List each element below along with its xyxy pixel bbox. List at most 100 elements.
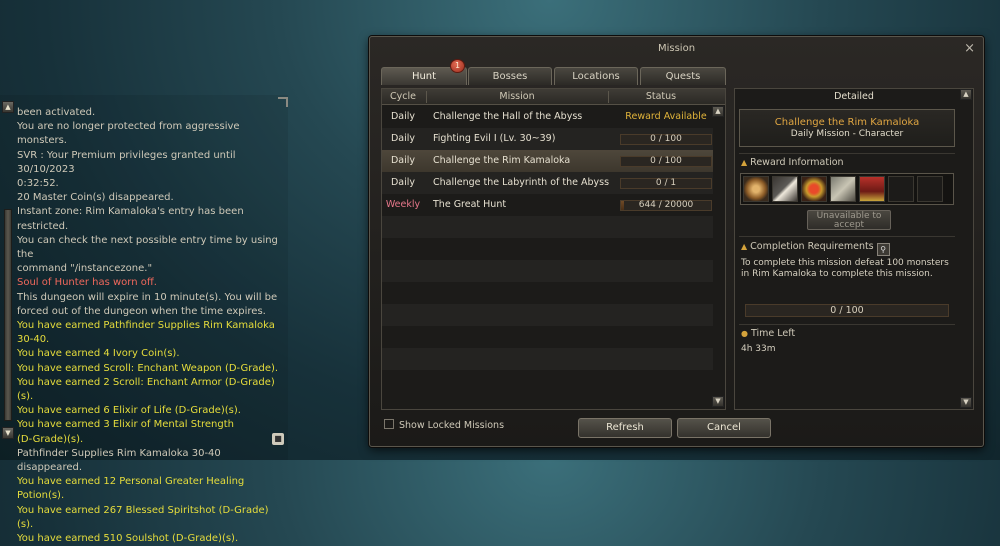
cancel-button[interactable]: Cancel bbox=[677, 418, 771, 438]
chat-line: 0:32:52. bbox=[17, 178, 59, 190]
chat-line: You have earned 4 Ivory Coin(s). bbox=[17, 348, 180, 360]
chat-line: This dungeon will expire in 10 minute(s)… bbox=[17, 291, 278, 303]
reward-available-status: Reward Available bbox=[625, 111, 707, 122]
chat-line: Pathfinder Supplies Rim Kamaloka 30-40 d… bbox=[17, 447, 224, 474]
chat-line: You can check the next possible entry ti… bbox=[17, 234, 282, 261]
chat-line: 20 Master Coin(s) disappeared. bbox=[17, 192, 174, 204]
chat-line: forced out of the dungeon when the time … bbox=[17, 305, 266, 317]
mission-progress-bar: 0 / 100 bbox=[620, 134, 712, 145]
selected-mission-card: Challenge the Rim Kamaloka Daily Mission… bbox=[739, 109, 955, 147]
supply-box-icon[interactable] bbox=[830, 176, 856, 202]
window-title: Mission bbox=[657, 43, 696, 54]
mission-row[interactable]: Daily Fighting Evil I (Lv. 30~39) 0 / 100 bbox=[382, 128, 713, 150]
tab-bosses[interactable]: Bosses bbox=[468, 67, 552, 85]
requirement-bullet-icon: ▲ bbox=[741, 242, 748, 251]
chest-icon[interactable] bbox=[859, 176, 885, 202]
mission-progress-bar: 0 / 1 bbox=[620, 178, 712, 189]
chat-log: been activated. You are no longer protect… bbox=[17, 106, 279, 546]
mission-list-scrollbar[interactable]: ▲ ▼ bbox=[712, 106, 724, 409]
mission-row[interactable]: Daily Challenge the Hall of the Abyss Rewa… bbox=[382, 106, 713, 128]
empty-row bbox=[382, 370, 713, 392]
mission-list-header: Cycle Mission Status bbox=[382, 89, 725, 105]
chat-line: been activated. bbox=[17, 107, 96, 118]
empty-row bbox=[382, 260, 713, 282]
mission-row[interactable]: Weekly The Great Hunt 644 / 20000 bbox=[382, 194, 713, 216]
chat-line: Soul of Hunter has worn off. bbox=[17, 277, 157, 289]
chat-line: You have earned 6 Elixir of Life (D-Grad… bbox=[17, 405, 241, 417]
time-left-label: ● Time Left bbox=[741, 328, 796, 339]
chat-line: Instant zone: Rim Kamaloka's entry has b… bbox=[17, 206, 247, 232]
mission-cycle: Weekly bbox=[385, 199, 421, 210]
mission-progress-bar: 0 / 100 bbox=[745, 304, 949, 317]
mission-rows: Daily Challenge the Hall of the Abyss Rewa… bbox=[382, 106, 713, 392]
mission-name: Challenge the Labyrinth of the Abyss bbox=[433, 177, 610, 188]
show-locked-checkbox[interactable] bbox=[384, 419, 394, 429]
empty-row bbox=[382, 238, 713, 260]
selected-mission-title: Challenge the Rim Kamaloka bbox=[774, 117, 920, 128]
time-left-value: 4h 33m bbox=[741, 344, 776, 354]
chat-line: command "/instancezone." bbox=[17, 263, 153, 275]
mission-name: Fighting Evil I (Lv. 30~39) bbox=[433, 133, 556, 144]
unavailable-accept-button[interactable]: Unavailable to accept bbox=[807, 210, 891, 230]
scroll-down-icon[interactable]: ▼ bbox=[712, 396, 724, 407]
mission-name: Challenge the Rim Kamaloka bbox=[433, 155, 571, 166]
reward-slots bbox=[740, 173, 954, 205]
tab-label: Locations bbox=[572, 71, 620, 82]
mission-name: The Great Hunt bbox=[433, 199, 507, 210]
close-icon[interactable]: × bbox=[964, 42, 975, 55]
tab-label: Quests bbox=[665, 71, 701, 82]
chat-line: 30-40. bbox=[17, 334, 50, 346]
scroll-up-icon[interactable]: ▲ bbox=[960, 89, 972, 100]
mission-cycle: Daily bbox=[390, 111, 416, 122]
mission-row[interactable]: Daily Challenge the Rim Kamaloka 0 / 100 bbox=[382, 150, 713, 172]
empty-slot bbox=[917, 176, 943, 202]
chat-line: (D-Grade)(s). bbox=[17, 433, 84, 445]
chat-panel: ▲ ▼ been activated. You are no longer pro… bbox=[0, 95, 288, 544]
tab-label: Hunt bbox=[411, 71, 437, 82]
refresh-button[interactable]: Refresh bbox=[578, 418, 672, 438]
column-status[interactable]: Status bbox=[609, 89, 713, 105]
completion-requirements-label: ▲ Completion Requirements ⚲ bbox=[741, 241, 890, 256]
detail-scrollbar[interactable]: ▲ ▼ bbox=[960, 89, 972, 409]
detail-header: Detailed bbox=[834, 91, 874, 102]
coin-icon[interactable] bbox=[743, 176, 769, 202]
mission-row[interactable]: Daily Challenge the Labyrinth of the Abys… bbox=[382, 172, 713, 194]
chat-line: SVR : Your Premium privileges granted un… bbox=[17, 149, 239, 175]
chat-line: You have earned 267 Blessed Spiritshot (… bbox=[17, 504, 269, 530]
chat-scroll-thumb[interactable] bbox=[4, 209, 12, 421]
mission-progress-bar: 0 / 100 bbox=[620, 156, 712, 167]
empty-row bbox=[382, 326, 713, 348]
mission-list: Cycle Mission Status Daily Challenge the … bbox=[381, 88, 726, 410]
tab-label: Bosses bbox=[492, 71, 528, 82]
mission-cycle: Daily bbox=[390, 155, 416, 166]
chat-line: You are no longer protected from aggress… bbox=[17, 121, 243, 147]
chat-line: You have earned 510 Soulshot (D-Grade)(s… bbox=[17, 533, 239, 545]
mission-progress-text: 0 / 100 bbox=[650, 134, 682, 144]
tab-locations[interactable]: Locations bbox=[554, 67, 638, 85]
mission-progress-text: 644 / 20000 bbox=[638, 200, 694, 210]
mission-window: Mission × Hunt 1 Bosses Locations Quests… bbox=[369, 36, 984, 447]
scroll-up-icon[interactable]: ▲ bbox=[712, 106, 724, 117]
chat-line: You have earned 3 Elixir of Mental Stren… bbox=[17, 419, 234, 431]
mission-progress-bar: 644 / 20000 bbox=[620, 200, 712, 211]
reward-bullet-icon: ▲ bbox=[741, 158, 748, 167]
scroll-down-icon[interactable]: ▼ bbox=[960, 397, 972, 408]
tab-quests[interactable]: Quests bbox=[640, 67, 726, 85]
mission-progress-text: 0 / 100 bbox=[830, 305, 864, 316]
lock-icon[interactable]: ■ bbox=[272, 433, 284, 445]
column-cycle[interactable]: Cycle bbox=[382, 89, 424, 105]
empty-row bbox=[382, 304, 713, 326]
elixir-icon[interactable] bbox=[801, 176, 827, 202]
chat-resize-handle[interactable] bbox=[278, 97, 288, 107]
mission-progress-text: 0 / 1 bbox=[655, 178, 677, 188]
search-icon[interactable]: ⚲ bbox=[876, 243, 890, 256]
scroll-up-icon[interactable]: ▲ bbox=[2, 101, 14, 113]
chat-line: You have earned Pathfinder Supplies Rim … bbox=[17, 320, 275, 332]
empty-slot bbox=[888, 176, 914, 202]
scroll-icon[interactable] bbox=[772, 176, 798, 202]
show-locked-toggle[interactable]: Show Locked Missions bbox=[384, 419, 504, 433]
scroll-down-icon[interactable]: ▼ bbox=[2, 427, 14, 439]
empty-row bbox=[382, 348, 713, 370]
column-mission[interactable]: Mission bbox=[427, 89, 607, 105]
chat-scrollbar[interactable]: ▲ ▼ bbox=[2, 101, 14, 439]
